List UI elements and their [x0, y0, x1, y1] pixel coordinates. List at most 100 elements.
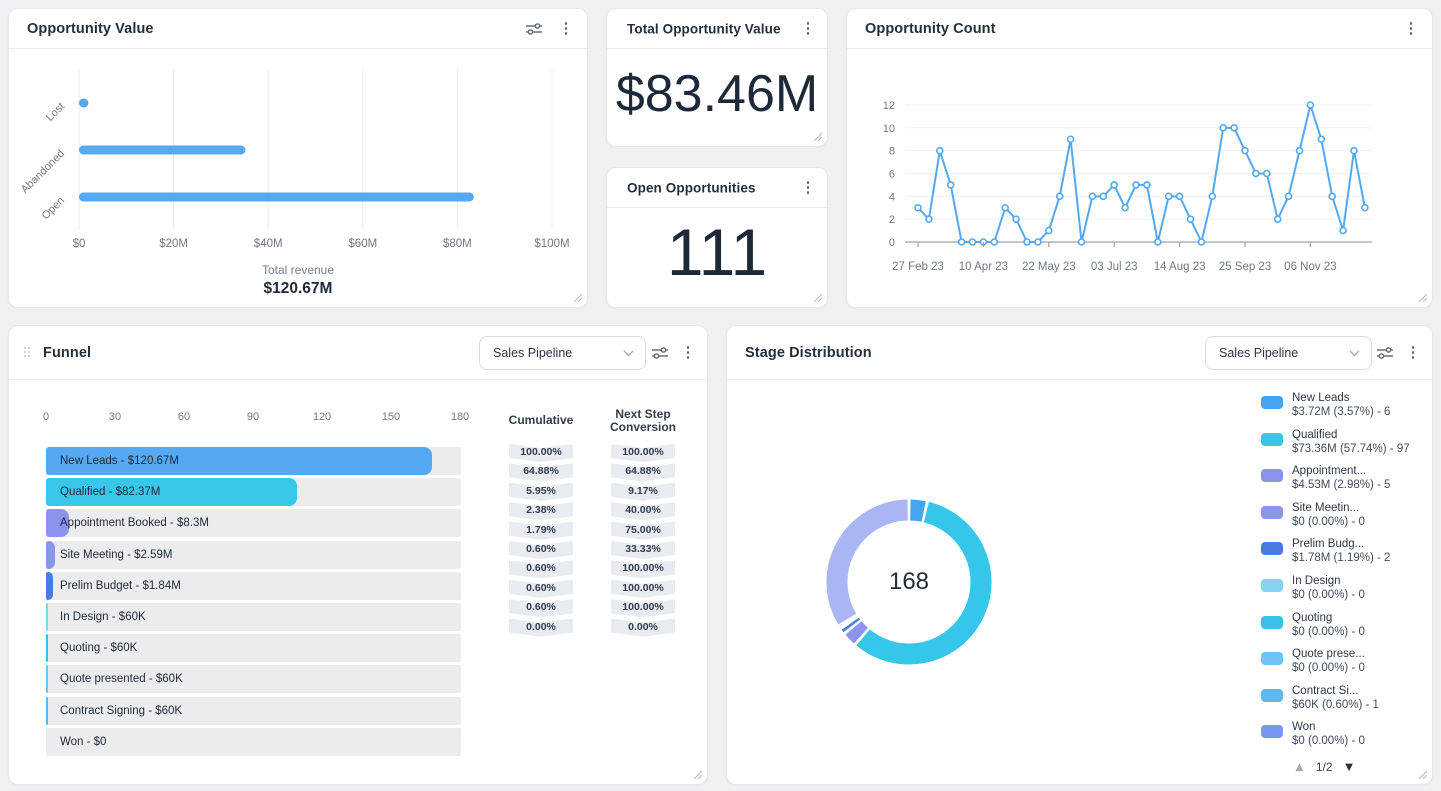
- legend-swatch: [1261, 725, 1283, 738]
- svg-text:25 Sep 23: 25 Sep 23: [1219, 261, 1271, 273]
- drag-handle-icon[interactable]: [24, 347, 32, 359]
- cumulative-badge: 2.38%: [509, 502, 573, 520]
- funnel-axis-tick: 180: [451, 411, 469, 423]
- cumulative-badge: 100.00%: [509, 444, 573, 462]
- svg-text:03 Jul 23: 03 Jul 23: [1091, 261, 1138, 273]
- funnel-stage-row[interactable]: Quote presented - $60K: [46, 665, 461, 693]
- page-up-icon[interactable]: ▲: [1293, 759, 1306, 774]
- funnel-stage-row[interactable]: Won - $0: [46, 728, 461, 756]
- legend-swatch: [1261, 579, 1283, 592]
- kebab-menu-icon[interactable]: [801, 21, 815, 37]
- opportunity-value-card: Opportunity Value $0$20M$40M$60M$80M$100…: [8, 8, 588, 308]
- total-opportunity-value-header: Total Opportunity Value: [607, 9, 827, 49]
- open-opportunities-card: Open Opportunities 111: [606, 167, 828, 308]
- chevron-down-icon: [1349, 344, 1360, 362]
- resize-handle-icon[interactable]: [1416, 768, 1427, 779]
- total-revenue-label: Total revenue: [9, 263, 587, 277]
- svg-text:8: 8: [889, 146, 895, 158]
- legend-item[interactable]: New Leads$3.72M (3.57%) - 6: [1261, 391, 1390, 420]
- kebab-menu-icon[interactable]: [1404, 21, 1418, 37]
- legend-stage-name: Quote prese...: [1292, 647, 1365, 661]
- funnel-stage-row[interactable]: In Design - $60K: [46, 603, 461, 631]
- funnel-next-step-header: Next Step Conversion: [610, 408, 676, 434]
- legend-item[interactable]: Quoting$0 (0.00%) - 0: [1261, 611, 1365, 640]
- funnel-stage-row[interactable]: Site Meeting - $2.59M: [46, 541, 461, 569]
- total-opportunity-value-card: Total Opportunity Value $83.46M: [606, 8, 828, 147]
- legend-stage-name: New Leads: [1292, 391, 1390, 405]
- kebab-menu-icon[interactable]: [559, 21, 573, 37]
- next-step-badge: 100.00%: [611, 580, 675, 598]
- next-step-badge: 33.33%: [611, 541, 675, 559]
- funnel-stage-label: Qualified - $82.37M: [60, 486, 160, 498]
- legend-item[interactable]: Site Meetin...$0 (0.00%) - 0: [1261, 501, 1365, 530]
- legend-stage-detail: $3.72M (3.57%) - 6: [1292, 405, 1390, 420]
- legend-stage-name: In Design: [1292, 574, 1365, 588]
- legend-stage-detail: $0 (0.00%) - 0: [1292, 625, 1365, 640]
- legend-item[interactable]: Quote prese...$0 (0.00%) - 0: [1261, 647, 1365, 676]
- svg-text:Open: Open: [40, 195, 68, 223]
- opportunity-count-card: Opportunity Count 02468101227 Feb 2310 A…: [846, 8, 1433, 308]
- legend-item[interactable]: Contract Si...$60K (0.60%) - 1: [1261, 684, 1379, 713]
- legend-item[interactable]: In Design$0 (0.00%) - 0: [1261, 574, 1365, 603]
- legend-stage-detail: $0 (0.00%) - 0: [1292, 734, 1365, 749]
- svg-text:6: 6: [889, 169, 895, 181]
- kebab-menu-icon[interactable]: [801, 180, 815, 196]
- next-step-badge: 0.00%: [611, 619, 675, 637]
- kebab-menu-icon[interactable]: [681, 345, 695, 361]
- resize-handle-icon[interactable]: [811, 291, 822, 302]
- legend-swatch: [1261, 469, 1283, 482]
- cumulative-badge: 1.79%: [509, 522, 573, 540]
- legend-stage-name: Qualified: [1292, 428, 1410, 442]
- resize-handle-icon[interactable]: [691, 768, 702, 779]
- funnel-axis-tick: 0: [43, 411, 49, 423]
- filter-settings-icon[interactable]: [651, 345, 669, 361]
- funnel-stage-bar: [46, 541, 55, 569]
- legend-item[interactable]: Appointment...$4.53M (2.98%) - 5: [1261, 464, 1390, 493]
- funnel-stage-row[interactable]: New Leads - $120.67M: [46, 447, 461, 475]
- stage-pipeline-dropdown[interactable]: Sales Pipeline: [1205, 336, 1372, 370]
- legend-item[interactable]: Won$0 (0.00%) - 0: [1261, 720, 1365, 749]
- legend-item[interactable]: Prelim Budg...$1.78M (1.19%) - 2: [1261, 537, 1390, 566]
- filter-settings-icon[interactable]: [1376, 345, 1394, 361]
- funnel-pipeline-dropdown-value: Sales Pipeline: [493, 346, 572, 360]
- funnel-stage-row[interactable]: Contract Signing - $60K: [46, 697, 461, 725]
- legend-stage-name: Appointment...: [1292, 464, 1390, 478]
- funnel-stage-label: Prelim Budget - $1.84M: [60, 580, 181, 592]
- opportunity-value-header: Opportunity Value: [9, 9, 587, 49]
- next-step-badge: 75.00%: [611, 522, 675, 540]
- next-step-badge: 100.00%: [611, 444, 675, 462]
- resize-handle-icon[interactable]: [811, 130, 822, 141]
- resize-handle-icon[interactable]: [571, 291, 582, 302]
- svg-text:Lost: Lost: [44, 101, 67, 124]
- filter-settings-icon[interactable]: [525, 21, 543, 37]
- legend-item[interactable]: Qualified$73.36M (57.74%) - 97: [1261, 428, 1410, 457]
- opportunity-count-header: Opportunity Count: [847, 9, 1432, 49]
- funnel-stage-label: Quoting - $60K: [60, 642, 137, 654]
- funnel-stage-row[interactable]: Prelim Budget - $1.84M: [46, 572, 461, 600]
- funnel-cumulative-header: Cumulative: [509, 414, 574, 427]
- funnel-stage-row[interactable]: Appointment Booked - $8.3M: [46, 509, 461, 537]
- svg-text:$60M: $60M: [348, 238, 377, 250]
- svg-text:$100M: $100M: [534, 238, 569, 250]
- funnel-stage-row[interactable]: Quoting - $60K: [46, 634, 461, 662]
- legend-swatch: [1261, 616, 1283, 629]
- legend-swatch: [1261, 506, 1283, 519]
- opportunity-count-line-chart: 02468101227 Feb 2310 Apr 2322 May 2303 J…: [847, 57, 1434, 297]
- next-step-badge: 64.88%: [611, 463, 675, 481]
- funnel-pipeline-dropdown[interactable]: Sales Pipeline: [479, 336, 646, 370]
- stage-distribution-header: Stage Distribution Sales Pipeline: [727, 326, 1432, 380]
- page-down-icon[interactable]: ▼: [1343, 759, 1356, 774]
- legend-stage-name: Site Meetin...: [1292, 501, 1365, 515]
- svg-text:2: 2: [889, 214, 895, 226]
- funnel-header: Funnel Sales Pipeline: [9, 326, 707, 380]
- legend-stage-name: Won: [1292, 720, 1365, 734]
- stage-pipeline-dropdown-value: Sales Pipeline: [1219, 346, 1298, 360]
- resize-handle-icon[interactable]: [1416, 291, 1427, 302]
- donut-center-value: 168: [889, 568, 929, 596]
- kebab-menu-icon[interactable]: [1406, 345, 1420, 361]
- svg-text:$80M: $80M: [443, 238, 472, 250]
- svg-text:$0: $0: [73, 238, 86, 250]
- opportunity-count-title: Opportunity Count: [865, 21, 996, 37]
- svg-text:27 Feb 23: 27 Feb 23: [892, 261, 944, 273]
- funnel-stage-row[interactable]: Qualified - $82.37M: [46, 478, 461, 506]
